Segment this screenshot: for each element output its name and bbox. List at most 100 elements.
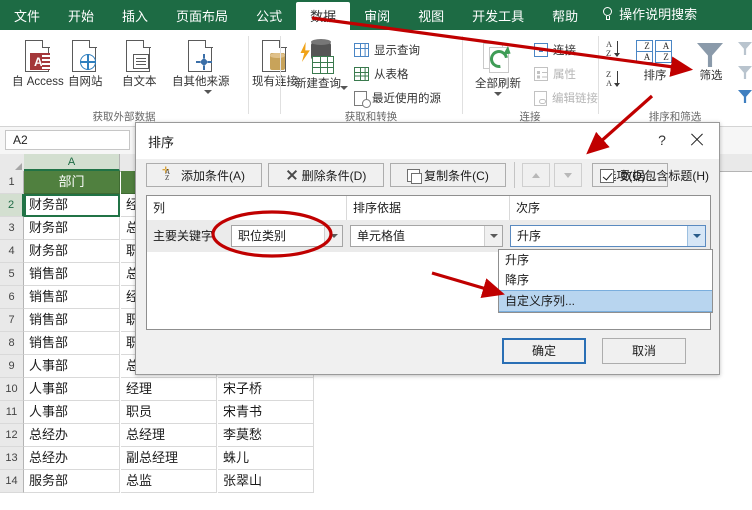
show-queries-button[interactable]: 显示查询 <box>354 42 420 58</box>
filter-button[interactable]: 筛选 <box>690 42 732 82</box>
new-query-button[interactable]: 新建查询 <box>290 39 348 90</box>
cell-B14[interactable]: 总监 <box>121 470 217 493</box>
from-other-sources-button[interactable]: 自其他来源 <box>172 40 230 94</box>
ok-button[interactable]: 确定 <box>502 338 586 364</box>
row-header-11[interactable]: 11 <box>0 401 24 424</box>
cell-A12[interactable]: 总经办 <box>24 424 120 447</box>
row-header-12[interactable]: 12 <box>0 424 24 447</box>
tab-file[interactable]: 文件 <box>0 2 54 30</box>
sort-column-combobox[interactable]: 职位类别 <box>231 225 343 247</box>
dropdown-option-descending[interactable]: 降序 <box>499 270 712 290</box>
tab-page-layout[interactable]: 页面布局 <box>162 2 242 30</box>
row-header-7[interactable]: 7 <box>0 309 24 332</box>
chevron-down-icon[interactable] <box>324 226 342 246</box>
add-level-button[interactable]: ✛ A Z 添加条件(A) <box>146 163 262 187</box>
row-header-9[interactable]: 9 <box>0 355 24 378</box>
cell-A6[interactable]: 销售部 <box>24 286 120 309</box>
tab-review[interactable]: 审阅 <box>350 2 404 30</box>
advanced-filter-button[interactable]: 高级 <box>738 88 752 104</box>
help-icon[interactable]: ? <box>653 131 671 149</box>
row-header-13[interactable]: 13 <box>0 447 24 470</box>
move-level-up-button[interactable] <box>522 163 550 187</box>
divider <box>514 162 515 188</box>
has-headers-checkbox[interactable]: 数据包含标题(H) <box>600 167 709 184</box>
cell-A11[interactable]: 人事部 <box>24 401 120 424</box>
cell-A4[interactable]: 财务部 <box>24 240 120 263</box>
row-header-14[interactable]: 14 <box>0 470 24 493</box>
cell-C12[interactable]: 李莫愁 <box>218 424 314 447</box>
sort-order-dropdown-list[interactable]: 升序 降序 自定义序列... <box>498 249 713 313</box>
sort-levels-header: 列 排序依据 次序 <box>147 196 710 221</box>
cancel-button[interactable]: 取消 <box>602 338 686 364</box>
delete-level-button[interactable]: 删除条件(D) <box>268 163 384 187</box>
chevron-down-icon[interactable] <box>204 90 212 94</box>
sort-dialog-button[interactable]: Z A A Z 排序 <box>632 40 678 82</box>
sort-order-combobox[interactable]: 升序 <box>510 225 706 247</box>
reapply-icon <box>738 65 752 79</box>
row-header-3[interactable]: 3 <box>0 217 24 240</box>
column-header-a[interactable]: A <box>24 154 120 171</box>
chevron-down-icon[interactable] <box>494 92 502 96</box>
sort-on-combobox[interactable]: 单元格值 <box>350 225 503 247</box>
move-level-down-button[interactable] <box>554 163 582 187</box>
filter-funnel-icon <box>697 42 725 68</box>
tab-developer[interactable]: 开发工具 <box>458 2 538 30</box>
row-header-10[interactable]: 10 <box>0 378 24 401</box>
cell-C10[interactable]: 宋子桥 <box>218 378 314 401</box>
checkbox-icon[interactable] <box>600 168 615 183</box>
from-access-button[interactable]: A 自 Access <box>12 40 64 88</box>
refresh-all-button[interactable]: 全部刷新 <box>470 42 526 96</box>
cell-A1[interactable]: 部门 <box>24 171 120 194</box>
cell-A5[interactable]: 销售部 <box>24 263 120 286</box>
tab-view[interactable]: 视图 <box>404 2 458 30</box>
chevron-down-icon[interactable] <box>484 226 502 246</box>
sort-on-value: 单元格值 <box>357 229 406 243</box>
ribbon-body: A 自 Access 自网站 自文本 自其他来源 现有连接 获取外部数据 新建查… <box>0 30 752 127</box>
divider <box>280 36 281 114</box>
cell-B13[interactable]: 副总经理 <box>121 447 217 470</box>
row-header-2[interactable]: 2 <box>0 194 24 217</box>
from-text-button[interactable]: 自文本 <box>122 40 157 88</box>
cell-A8[interactable]: 销售部 <box>24 332 120 355</box>
text-file-icon <box>124 40 154 74</box>
sort-order-value: 升序 <box>517 229 542 243</box>
cell-A2[interactable]: 财务部 <box>24 194 120 217</box>
dropdown-option-custom-list[interactable]: 自定义序列... <box>499 290 712 312</box>
cell-A14[interactable]: 服务部 <box>24 470 120 493</box>
from-table-button[interactable]: 从表格 <box>354 66 409 82</box>
cell-A13[interactable]: 总经办 <box>24 447 120 470</box>
tell-me-search[interactable]: 操作说明搜索 <box>592 0 703 30</box>
cell-A10[interactable]: 人事部 <box>24 378 120 401</box>
tab-help[interactable]: 帮助 <box>538 2 592 30</box>
cell-C11[interactable]: 宋青书 <box>218 401 314 424</box>
name-box[interactable]: A2 <box>5 130 130 150</box>
row-header-1[interactable]: 1 <box>0 171 24 194</box>
cell-A7[interactable]: 销售部 <box>24 309 120 332</box>
tab-home[interactable]: 开始 <box>54 2 108 30</box>
cell-A9[interactable]: 人事部 <box>24 355 120 378</box>
cell-B12[interactable]: 总经理 <box>121 424 217 447</box>
copy-level-icon <box>407 168 423 184</box>
chevron-down-icon[interactable] <box>687 226 705 246</box>
cell-B10[interactable]: 经理 <box>121 378 217 401</box>
row-header-6[interactable]: 6 <box>0 286 24 309</box>
tab-data[interactable]: 数据 <box>296 2 351 30</box>
copy-level-button[interactable]: 复制条件(C) <box>390 163 506 187</box>
row-header-8[interactable]: 8 <box>0 332 24 355</box>
row-header-5[interactable]: 5 <box>0 263 24 286</box>
cell-C14[interactable]: 张翠山 <box>218 470 314 493</box>
dialog-footer: 确定 取消 <box>136 328 719 374</box>
from-web-button[interactable]: 自网站 <box>68 40 103 88</box>
close-icon[interactable] <box>687 130 707 150</box>
row-header-4[interactable]: 4 <box>0 240 24 263</box>
cell-B11[interactable]: 职员 <box>121 401 217 424</box>
recent-sources-button[interactable]: 最近使用的源 <box>354 90 441 108</box>
cell-A3[interactable]: 财务部 <box>24 217 120 240</box>
select-all-corner[interactable] <box>0 154 25 171</box>
connections-button[interactable]: 连接 <box>534 42 576 58</box>
chevron-down-icon[interactable] <box>340 86 348 90</box>
cell-C13[interactable]: 蛛儿 <box>218 447 314 470</box>
dropdown-option-ascending[interactable]: 升序 <box>499 250 712 270</box>
tab-formulas[interactable]: 公式 <box>242 2 296 30</box>
tab-insert[interactable]: 插入 <box>108 2 162 30</box>
